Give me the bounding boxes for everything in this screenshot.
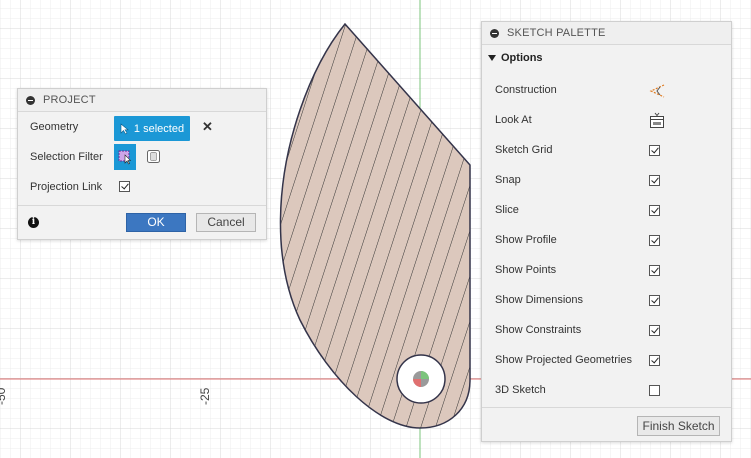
projection-link-checkbox[interactable] [119,181,130,192]
options-label: Options [501,51,543,64]
sketch-grid-checkbox[interactable] [649,145,660,156]
show-dimensions-checkbox[interactable] [649,295,660,306]
sketch-palette: SKETCH PALETTE Options Construction Look… [481,21,732,442]
show-projected-geometries-checkbox[interactable] [649,355,660,366]
project-dialog: PROJECT Geometry 1 selected ✕ Selection … [17,88,267,240]
3d-sketch-label: 3D Sketch [495,384,546,396]
palette-item-sketch-grid: Sketch Grid [482,136,731,166]
projection-link-row: Projection Link [18,174,266,200]
projection-link-label: Projection Link [30,181,103,193]
construction-icon[interactable] [649,83,665,99]
geometry-row: Geometry 1 selected ✕ [18,114,266,141]
options-section-header[interactable]: Options [482,44,731,71]
snap-checkbox[interactable] [649,175,660,186]
collapse-icon[interactable] [490,28,499,38]
palette-item-show-projected-geometries: Show Projected Geometries [482,346,731,376]
axis-label-minus-25: -25 [198,387,212,405]
selection-filter-label: Selection Filter [30,151,103,163]
project-header[interactable]: PROJECT [18,89,266,112]
bodies-filter-icon[interactable] [146,149,161,164]
divider [18,205,266,206]
show-constraints-checkbox[interactable] [649,325,660,336]
show-constraints-label: Show Constraints [495,324,582,336]
info-icon[interactable]: i [28,217,39,228]
collapse-icon[interactable] [26,95,35,105]
cursor-icon [120,122,129,134]
palette-item-construction: Construction [482,76,731,106]
show-projected-geometries-label: Show Projected Geometries [495,354,632,366]
geometry-label: Geometry [30,121,79,133]
palette-item-look-at: Look At [482,106,731,136]
cancel-button[interactable]: Cancel [196,213,256,232]
look-at-label: Look At [495,114,532,126]
palette-item-snap: Snap [482,166,731,196]
show-profile-label: Show Profile [495,234,557,246]
sketch-palette-header[interactable]: SKETCH PALETTE [482,22,731,45]
geometry-selected-count: 1 selected [133,122,185,135]
slice-label: Slice [495,204,519,216]
look-at-icon[interactable] [649,112,665,129]
expand-triangle-icon [488,54,496,61]
show-points-label: Show Points [495,264,557,276]
show-profile-checkbox[interactable] [649,235,660,246]
sketch-grid-label: Sketch Grid [495,144,553,156]
palette-item-show-points: Show Points [482,256,731,286]
palette-item-show-profile: Show Profile [482,226,731,256]
select-entities-icon [118,150,132,165]
palette-item-3d-sketch: 3D Sketch [482,376,731,406]
slice-checkbox[interactable] [649,205,660,216]
divider [482,407,731,408]
geometry-select-button[interactable]: 1 selected [114,116,190,141]
show-points-checkbox[interactable] [649,265,660,276]
3d-sketch-checkbox[interactable] [649,385,660,396]
axis-label-minus-50: -50 [0,387,8,405]
palette-item-show-dimensions: Show Dimensions [482,286,731,316]
palette-item-show-constraints: Show Constraints [482,316,731,346]
clear-selection-icon[interactable]: ✕ [202,120,213,133]
project-title: PROJECT [43,94,96,106]
selection-filter-row: Selection Filter [18,144,266,170]
show-dimensions-label: Show Dimensions [495,294,584,306]
construction-label: Construction [495,84,557,96]
finish-sketch-button[interactable]: Finish Sketch [637,416,720,436]
specify-entities-filter-button[interactable] [114,144,136,170]
palette-item-slice: Slice [482,196,731,226]
hole-circle[interactable] [396,354,446,404]
sketch-palette-title: SKETCH PALETTE [507,27,606,39]
ok-button[interactable]: OK [126,213,186,232]
snap-label: Snap [495,174,521,186]
